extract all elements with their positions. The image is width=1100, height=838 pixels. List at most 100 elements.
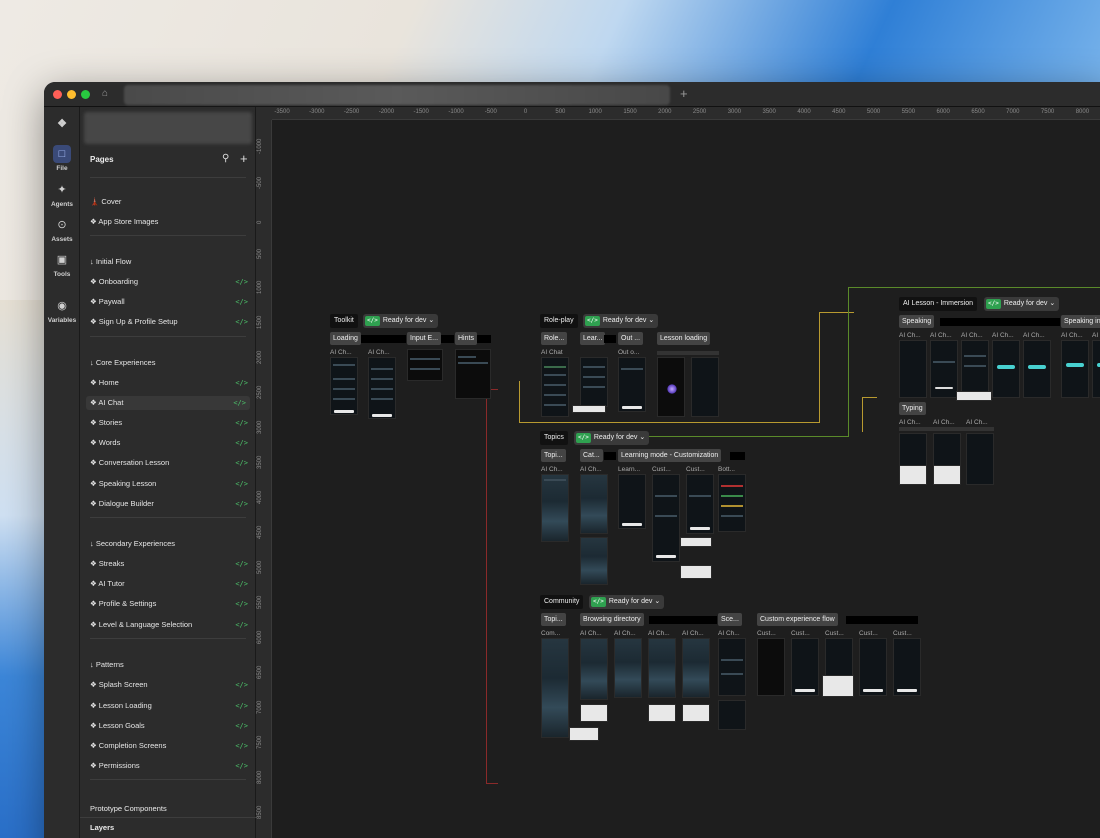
page-group-heading[interactable]: ↓ Initial Flow xyxy=(90,255,252,269)
page-item[interactable]: ❖ Stories </> xyxy=(90,416,252,430)
screen-frame[interactable] xyxy=(368,357,396,419)
page-item[interactable]: ❖ Speaking Lesson </> xyxy=(90,477,252,491)
screen-frame[interactable] xyxy=(899,340,927,398)
screen-frame[interactable] xyxy=(680,537,712,547)
screen-frame[interactable] xyxy=(455,349,491,399)
section-toolkit[interactable]: Toolkit xyxy=(330,314,358,328)
chip-lesson-loading[interactable]: Lesson loading xyxy=(657,332,711,345)
page-item[interactable]: ❖ Lesson Goals </> xyxy=(90,719,252,733)
screen-frame[interactable] xyxy=(893,638,921,696)
chip-learning-mode[interactable]: Learning mode - Customization xyxy=(618,449,722,462)
page-item[interactable]: ❖ Dialogue Builder </> xyxy=(90,497,252,511)
page-group-heading[interactable]: ↓ Patterns xyxy=(90,658,252,672)
page-item[interactable]: ❖ Level & Language Selection </> xyxy=(90,618,252,632)
screen-frame[interactable] xyxy=(682,704,710,722)
section-ai-lesson[interactable]: AI Lesson - Immersion xyxy=(899,297,978,311)
page-item[interactable]: ❖ Sign Up & Profile Setup </> xyxy=(90,315,252,329)
chip-out[interactable]: Out ... xyxy=(618,332,644,345)
rail-tools[interactable]: ▣ Tools xyxy=(44,251,80,278)
screen-frame[interactable] xyxy=(682,638,710,698)
chip-role[interactable]: Role... xyxy=(541,332,568,345)
page-item[interactable]: ❖ AI Chat </> xyxy=(86,396,250,410)
rail-variables[interactable]: ◉ Variables xyxy=(44,297,80,324)
screen-frame[interactable] xyxy=(580,704,608,722)
page-item[interactable]: ❖ Home </> xyxy=(90,376,252,390)
chip-speaking-indication[interactable]: Speaking indication xyxy=(1061,315,1100,328)
screen-frame[interactable] xyxy=(1023,340,1051,398)
page-item[interactable]: 🗼 Cover xyxy=(90,195,252,209)
chip-cat[interactable]: Cat... xyxy=(580,449,603,462)
page-item[interactable]: ❖ Onboarding </> xyxy=(90,275,252,289)
page-item[interactable]: ❖ Profile & Settings </> xyxy=(90,597,252,611)
home-icon[interactable]: ⌂ xyxy=(102,88,114,100)
screen-frame[interactable] xyxy=(933,465,961,485)
new-tab-button[interactable]: + xyxy=(680,86,688,101)
screen-frame[interactable] xyxy=(580,474,608,534)
page-item[interactable]: ❖ Paywall </> xyxy=(90,295,252,309)
page-item[interactable]: ❖ Permissions </> xyxy=(90,759,252,773)
chip-sce[interactable]: Sce... xyxy=(718,613,742,626)
screen-frame[interactable] xyxy=(580,357,608,407)
screen-frame[interactable] xyxy=(572,405,606,413)
screen-frame[interactable] xyxy=(1061,340,1089,398)
ready-for-dev-badge[interactable]: </> Ready for dev ⌄ xyxy=(574,431,650,445)
chip-browsing-directory[interactable]: Browsing directory xyxy=(580,613,644,626)
screen-frame[interactable] xyxy=(1092,340,1100,398)
section-roleplay[interactable]: Role-play xyxy=(540,314,578,328)
minimize-window-button[interactable] xyxy=(67,90,76,99)
screen-frame[interactable] xyxy=(648,638,676,698)
ready-for-dev-badge[interactable]: </> Ready for dev ⌄ xyxy=(984,297,1060,311)
screen-frame[interactable] xyxy=(652,474,680,562)
screen-frame[interactable] xyxy=(961,340,989,398)
page-item[interactable]: ❖ AI Tutor </> xyxy=(90,577,252,591)
file-name-header[interactable] xyxy=(84,112,252,144)
chip-typing[interactable]: Typing xyxy=(899,402,926,415)
ready-for-dev-badge[interactable]: </> Ready for dev ⌄ xyxy=(583,314,659,328)
screen-frame[interactable] xyxy=(992,340,1020,398)
page-item[interactable]: ❖ App Store Images xyxy=(90,215,252,229)
page-group-heading[interactable]: ↓ Core Experiences xyxy=(90,356,252,370)
chip-custom-flow[interactable]: Custom experience flow xyxy=(757,613,838,626)
chip-hints[interactable]: Hints xyxy=(455,332,477,345)
screen-frame[interactable] xyxy=(580,638,608,700)
screen-frame[interactable] xyxy=(691,357,719,417)
screen-frame[interactable] xyxy=(718,474,746,532)
chip-topi[interactable]: Topi... xyxy=(541,613,566,626)
page-group-heading[interactable]: ↓ Secondary Experiences xyxy=(90,537,252,551)
page-item[interactable]: ❖ Words </> xyxy=(90,436,252,450)
page-item[interactable]: ❖ Splash Screen </> xyxy=(90,678,252,692)
page-item[interactable]: ❖ Streaks </> xyxy=(90,557,252,571)
screen-frame[interactable] xyxy=(618,357,646,412)
figma-logo-icon[interactable]: ❖ xyxy=(44,115,80,133)
rail-assets[interactable]: ⊙ Assets xyxy=(44,216,80,243)
section-community[interactable]: Community xyxy=(540,595,584,609)
file-tab[interactable] xyxy=(124,85,670,105)
screen-frame[interactable] xyxy=(718,638,746,696)
screen-frame[interactable] xyxy=(680,565,712,579)
screen-frame[interactable] xyxy=(859,638,887,696)
chip-speaking[interactable]: Speaking xyxy=(899,315,935,328)
screen-frame[interactable] xyxy=(686,474,714,534)
chip-loading[interactable]: Loading xyxy=(330,332,361,345)
page-item[interactable]: ❖ Conversation Lesson </> xyxy=(90,456,252,470)
screen-frame[interactable] xyxy=(614,638,642,698)
page-item[interactable]: ❖ Lesson Loading </> xyxy=(90,699,252,713)
page-item[interactable]: ❖ Completion Screens </> xyxy=(90,739,252,753)
add-page-icon[interactable]: + xyxy=(240,151,248,166)
prototype-components-heading[interactable]: Prototype Components xyxy=(90,804,167,813)
screen-frame[interactable] xyxy=(648,704,676,722)
screen-frame[interactable] xyxy=(580,537,608,585)
screen-frame[interactable] xyxy=(966,433,994,485)
section-topics[interactable]: Topics xyxy=(540,431,568,445)
screen-frame[interactable] xyxy=(541,474,569,542)
screen-frame[interactable] xyxy=(930,340,958,398)
screen-frame[interactable] xyxy=(569,727,599,741)
chip-input[interactable]: Input E... xyxy=(407,332,441,345)
rail-file[interactable]: □ File xyxy=(44,145,80,172)
chip-lear[interactable]: Lear... xyxy=(580,332,606,345)
layers-heading[interactable]: Layers xyxy=(90,823,114,832)
screen-frame[interactable] xyxy=(541,638,569,738)
screen-frame[interactable] xyxy=(541,357,569,417)
screen-frame[interactable] xyxy=(718,700,746,730)
screen-frame[interactable] xyxy=(822,675,854,697)
